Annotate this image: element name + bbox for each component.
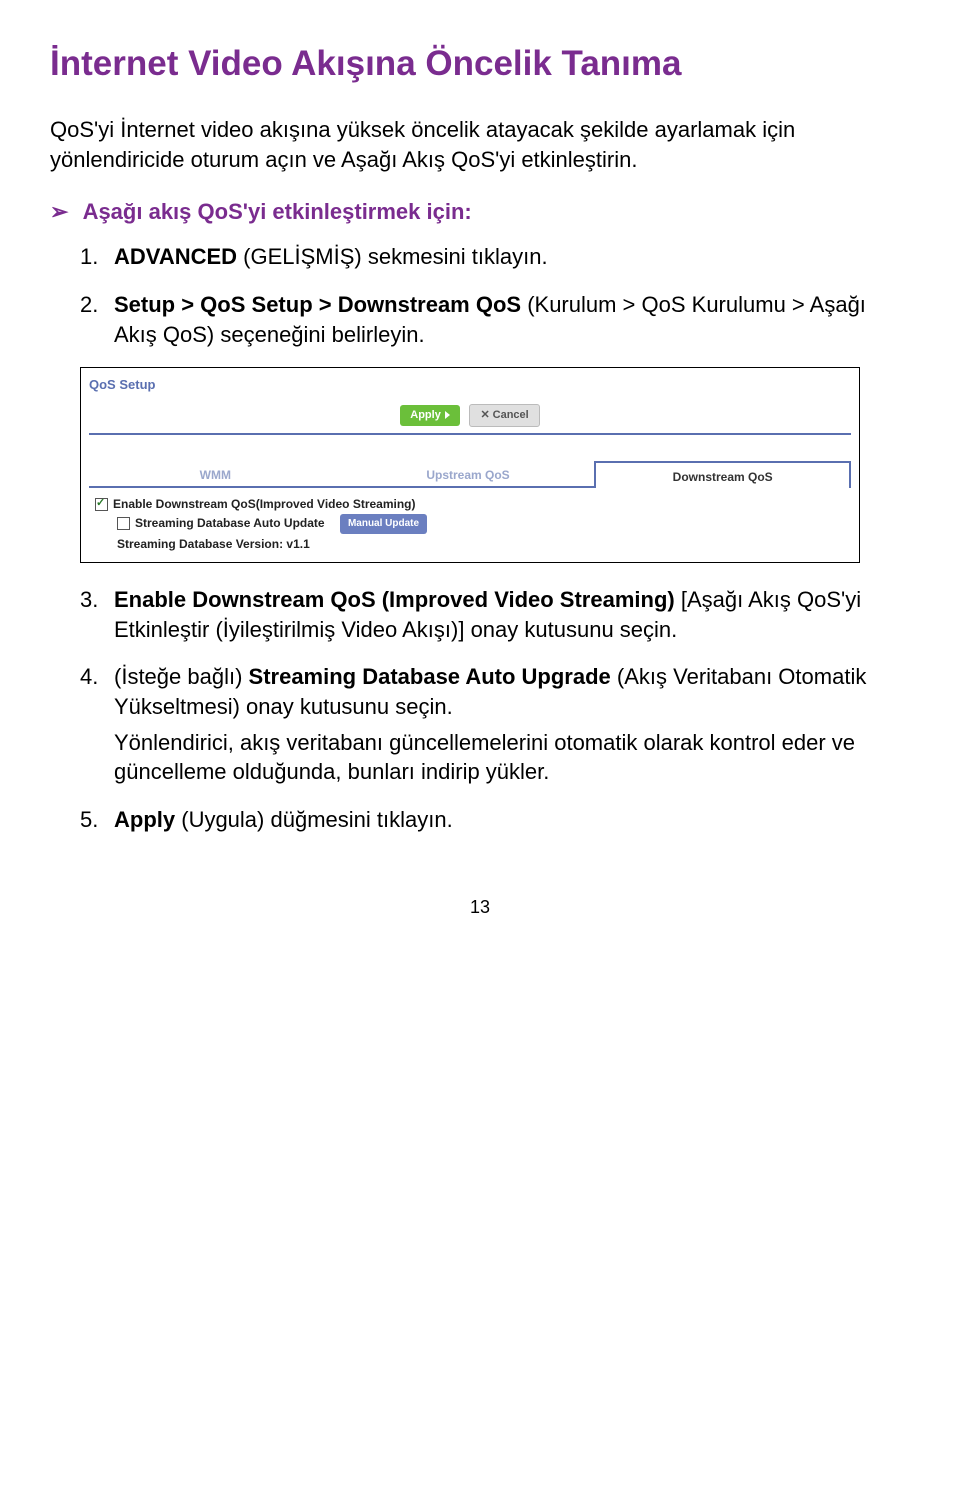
step-number: 4. <box>80 662 98 692</box>
intro-paragraph: QoS'yi İnternet video akışına yüksek önc… <box>50 115 910 174</box>
chevron-right-icon: ➢ <box>50 199 68 224</box>
step-4-note: Yönlendirici, akış veritabanı güncelleme… <box>114 728 910 787</box>
manual-update-button[interactable]: Manual Update <box>340 514 427 534</box>
tab-wmm[interactable]: WMM <box>89 461 342 486</box>
streaming-db-version: Streaming Database Version: v1.1 <box>117 536 845 552</box>
step-number: 3. <box>80 585 98 615</box>
cancel-button[interactable]: ✕ Cancel <box>469 404 539 427</box>
step-number: 2. <box>80 290 98 320</box>
cancel-button-label: Cancel <box>493 409 529 421</box>
step-2: 2. Setup > QoS Setup > Downstream QoS (K… <box>80 290 910 349</box>
step-2-bold: Setup > QoS Setup > Downstream QoS <box>114 292 521 317</box>
tab-row: WMM Upstream QoS Downstream QoS <box>89 459 851 488</box>
step-1-bold: ADVANCED <box>114 244 237 269</box>
step-5: 5. Apply (Uygula) düğmesini tıklayın. <box>80 805 910 835</box>
step-5-rest: (Uygula) düğmesini tıklayın. <box>175 807 453 832</box>
figure-body: Enable Downstream QoS(Improved Video Str… <box>89 488 851 556</box>
section-lead-text: Aşağı akış QoS'yi etkinleştirmek için: <box>83 199 472 224</box>
step-3-bold: Enable Downstream QoS (Improved Video St… <box>114 587 675 612</box>
play-icon <box>445 411 450 419</box>
steps-list: 1. ADVANCED (GELİŞMİŞ) sekmesini tıklayı… <box>80 242 910 834</box>
tab-downstream-qos[interactable]: Downstream QoS <box>594 461 851 488</box>
step-number: 1. <box>80 242 98 272</box>
enable-downstream-qos-row: Enable Downstream QoS(Improved Video Str… <box>95 496 845 512</box>
enable-downstream-qos-checkbox[interactable] <box>95 498 108 511</box>
apply-button-label: Apply <box>410 409 441 421</box>
figure-title: QoS Setup <box>89 376 851 394</box>
qos-setup-screenshot: QoS Setup Apply ✕ Cancel WMM Upstream QoS… <box>80 367 860 562</box>
apply-button[interactable]: Apply <box>400 405 460 426</box>
streaming-db-auto-update-checkbox[interactable] <box>117 517 130 530</box>
step-1-rest: (GELİŞMİŞ) sekmesini tıklayın. <box>237 244 548 269</box>
figure-button-row: Apply ✕ Cancel <box>89 404 851 427</box>
step-4-bold: Streaming Database Auto Upgrade <box>249 664 611 689</box>
streaming-db-auto-update-label: Streaming Database Auto Update <box>135 516 325 530</box>
enable-downstream-qos-label: Enable Downstream QoS(Improved Video Str… <box>113 497 416 511</box>
step-1: 1. ADVANCED (GELİŞMİŞ) sekmesini tıklayı… <box>80 242 910 272</box>
streaming-db-auto-update-row: Streaming Database Auto Update Manual Up… <box>117 514 845 534</box>
section-lead: ➢ Aşağı akış QoS'yi etkinleştirmek için: <box>50 197 910 227</box>
step-4: 4. (İsteğe bağlı) Streaming Database Aut… <box>80 662 910 787</box>
step-3: 3. Enable Downstream QoS (Improved Video… <box>80 585 910 644</box>
close-icon: ✕ <box>480 409 489 421</box>
page-number: 13 <box>50 895 910 919</box>
step-4-prefix: (İsteğe bağlı) <box>114 664 249 689</box>
divider <box>89 433 851 435</box>
tab-upstream-qos[interactable]: Upstream QoS <box>342 461 595 486</box>
step-5-bold: Apply <box>114 807 175 832</box>
page-title: İnternet Video Akışına Öncelik Tanıma <box>50 40 910 87</box>
step-number: 5. <box>80 805 98 835</box>
